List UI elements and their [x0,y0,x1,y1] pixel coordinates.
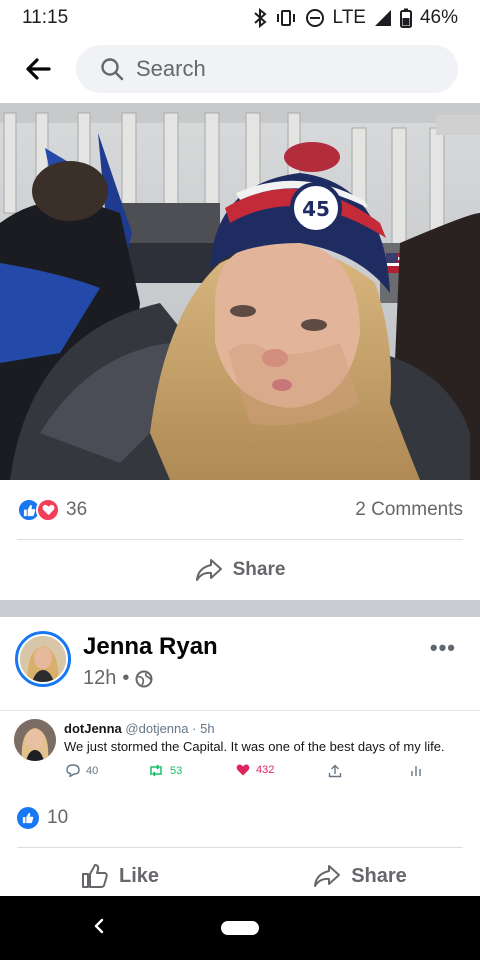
heart-icon [236,764,250,776]
section-separator [0,600,480,617]
reactions-summary[interactable]: 36 2 Comments [0,490,480,530]
divider [17,539,463,540]
vibrate-icon [276,10,295,26]
back-button[interactable] [0,36,76,102]
avatar[interactable] [15,631,71,687]
reaction-icons [17,498,60,522]
tweet-likes: 432 [236,764,274,776]
status-time: 11:15 [22,7,69,28]
share-label: Share [232,559,286,580]
status-bar: 11:15 LTE 46% [0,0,480,36]
search-bar[interactable] [76,45,458,93]
tweet-retweets: 53 [148,764,182,777]
comments-count[interactable]: 2 Comments [355,499,463,521]
globe-icon [135,670,153,687]
status-icons: LTE 46% [253,7,458,29]
reaction-count: 36 [66,499,88,520]
retweet-count: 53 [170,764,183,777]
tweet-separator: · [192,721,197,736]
tweet-handle: @dotjenna [125,721,189,736]
share-arrow-icon [314,865,341,887]
share-label: Share [351,864,407,887]
author-name[interactable]: Jenna Ryan [83,633,218,661]
analytics-icon [411,766,421,776]
tweet-text: We just stormed the Capital. It was one … [64,739,445,754]
like-reaction-icon [17,807,39,829]
love-reaction-icon [36,498,60,522]
do-not-disturb-icon [305,9,324,27]
tweet-name: dotJenna [64,721,122,736]
like-label: Like [118,864,160,887]
battery-level: 46% [419,7,458,28]
svg-text:45: 45 [302,197,330,221]
post-header: Jenna Ryan 12h • ••• [0,625,480,700]
upload-icon [328,764,342,778]
bluetooth-icon [253,8,267,28]
retweet-icon [150,764,162,777]
system-nav-bar [0,896,480,960]
likes-summary[interactable]: 10 [17,806,68,830]
thumbs-up-icon [81,864,108,888]
post-meta: 12h • [83,667,153,690]
tweet-avatar [14,719,56,761]
reaction-count-group[interactable]: 36 [17,498,87,522]
post-time[interactable]: 12h [83,667,116,690]
tweet-share [328,764,342,778]
search-input[interactable] [136,56,396,82]
post-photo[interactable]: 45 [0,103,480,480]
nav-back-icon[interactable] [92,916,106,936]
tweet-screenshot[interactable]: dotJenna @dotjenna · 5h We just stormed … [0,710,480,795]
top-bar [0,36,480,102]
like-count: 10 [47,807,69,828]
nav-home-pill[interactable] [221,921,259,935]
tweet-time: 5h [200,721,215,736]
network-type: LTE [332,7,366,28]
tweet-replies: 40 [66,764,98,777]
reply-count: 40 [86,764,99,777]
tweet-header: dotJenna @dotjenna · 5h [64,721,215,736]
share-arrow-icon [195,559,222,581]
like-button[interactable]: Like [0,863,240,889]
tweet-actions: 40 53 432 [64,764,444,784]
signal-icon [374,10,391,26]
post-action-bar: Like Share [0,853,480,899]
reply-icon [66,764,80,777]
separator-dot: • [122,667,130,689]
divider [17,847,463,848]
search-icon [101,58,124,81]
back-arrow-icon [26,58,51,80]
share-button[interactable]: Share [0,545,480,595]
tweet-analytics [410,764,422,776]
battery-icon [399,8,412,28]
more-options-icon[interactable]: ••• [430,635,456,661]
photo-illustration: 45 [0,103,480,480]
share-button[interactable]: Share [240,864,480,888]
tweet-like-count: 432 [256,764,275,776]
